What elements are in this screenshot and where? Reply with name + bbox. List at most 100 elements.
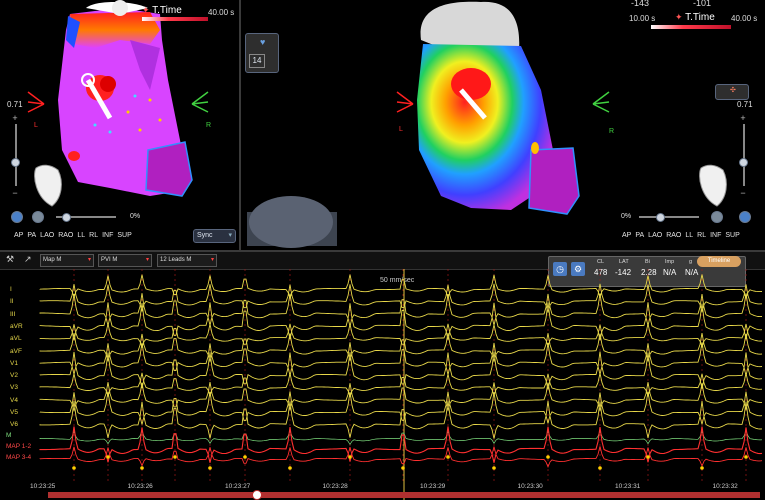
lat-annotation-point[interactable] xyxy=(401,466,405,470)
lat-annotation-point[interactable] xyxy=(72,466,76,470)
time-bar xyxy=(142,17,208,21)
lat-annotation-point[interactable] xyxy=(598,466,602,470)
left-map-view[interactable]: L R ✦ T.Time 40.00 s 0.71 + − 0% Sync ▾ … xyxy=(0,0,239,250)
scale-minus-button[interactable]: − xyxy=(738,188,748,198)
lat-annotation-point[interactable] xyxy=(288,466,292,470)
view-rl[interactable]: RL xyxy=(89,232,98,239)
right-map-view[interactable]: L R -143 -101 10.00 s ✦ T.Time 40.00 s ♥… xyxy=(241,0,765,250)
view-inf[interactable]: INF xyxy=(710,232,721,239)
sync-button[interactable]: Sync ▾ xyxy=(193,229,236,243)
timeline-scroll-bar[interactable] xyxy=(48,492,760,498)
left-axis-arrow xyxy=(396,91,414,113)
mapping-lead-label: M xyxy=(6,432,12,439)
arrow-tool-icon[interactable]: ↗ xyxy=(24,254,32,265)
ttime-icon: ✦ xyxy=(675,12,683,22)
view-rao[interactable]: RAO xyxy=(58,232,73,239)
zoom-icon[interactable] xyxy=(711,211,723,223)
rotate-icon[interactable] xyxy=(739,211,751,223)
heart-icon[interactable]: ♥ xyxy=(260,37,265,47)
left-axis-letter: L xyxy=(399,126,403,133)
leads-combo[interactable]: 12 Leads M ▾ xyxy=(157,254,217,267)
time-bar xyxy=(651,25,731,29)
view-pa[interactable]: PA xyxy=(635,232,644,239)
view-buttons: AP PA LAO RAO LL RL INF SUP xyxy=(14,232,132,239)
zoom-slider-knob[interactable] xyxy=(656,213,665,222)
lead-label: I xyxy=(10,286,12,293)
start-seconds: 10.00 s xyxy=(629,14,656,23)
zoom-slider-knob[interactable] xyxy=(62,213,71,222)
zoom-slider-track[interactable] xyxy=(639,216,699,218)
ttime-text: T.Time xyxy=(152,5,182,16)
lat-annotation-point[interactable] xyxy=(208,466,212,470)
leads-combo-label: 12 Leads M xyxy=(160,257,192,263)
chevron-down-icon: ▾ xyxy=(210,257,214,263)
lat-annotation-point[interactable] xyxy=(173,455,177,459)
mapping-lead-label: MAP 3-4 xyxy=(6,454,32,461)
scale-plus-button[interactable]: + xyxy=(10,113,20,123)
scale-max: 0.71 xyxy=(737,100,753,109)
scale-slider-knob[interactable] xyxy=(739,158,748,167)
seconds-value: 40.00 s xyxy=(208,8,235,17)
view-ap[interactable]: AP xyxy=(14,232,23,239)
surface-ecg-trace xyxy=(39,400,763,439)
time-label: 10:23:26 xyxy=(127,483,153,490)
view-rl[interactable]: RL xyxy=(697,232,706,239)
chevron-down-icon: ▾ xyxy=(87,257,91,263)
mapping-trace xyxy=(39,446,763,468)
lat-annotation-point[interactable] xyxy=(646,455,650,459)
value-top-2: -101 xyxy=(693,0,712,8)
wrench-icon[interactable]: ⚒ xyxy=(6,254,14,265)
lat-annotation-point[interactable] xyxy=(243,455,247,459)
lat-annotation-point[interactable] xyxy=(106,455,110,459)
timeline-button[interactable]: Timeline xyxy=(697,256,741,267)
view-rao[interactable]: RAO xyxy=(666,232,681,239)
lead-label: aVL xyxy=(10,335,22,343)
view-ap[interactable]: AP xyxy=(622,232,631,239)
pvi-combo[interactable]: PVI M ▾ xyxy=(98,254,152,267)
lat-annotation-point[interactable] xyxy=(546,455,550,459)
view-sup[interactable]: SUP xyxy=(725,232,739,239)
scale-slider-track[interactable] xyxy=(15,124,17,186)
palette-icon: ✣ xyxy=(730,87,736,94)
right-axis-letter: R xyxy=(609,128,615,135)
view-inf[interactable]: INF xyxy=(102,232,113,239)
view-lao[interactable]: LAO xyxy=(648,232,662,239)
timeline-label: Timeline xyxy=(707,258,731,264)
zoom-percent: 0% xyxy=(621,213,632,220)
seconds-value: 40.00 s xyxy=(731,14,758,23)
lead-label: aVR xyxy=(10,322,23,330)
scale-slider-knob[interactable] xyxy=(11,158,20,167)
lead-label: V5 xyxy=(10,409,18,416)
lat-annotation-point[interactable] xyxy=(446,455,450,459)
view-pa[interactable]: PA xyxy=(27,232,36,239)
value-top-1: -143 xyxy=(631,0,650,8)
counter-value: 14 xyxy=(249,54,265,68)
lat-annotation-point[interactable] xyxy=(744,455,748,459)
view-ll[interactable]: LL xyxy=(77,232,85,239)
zoom-icon[interactable] xyxy=(32,211,44,223)
view-ll[interactable]: LL xyxy=(685,232,693,239)
scale-slider-track[interactable] xyxy=(743,124,745,186)
lat-annotation-point[interactable] xyxy=(348,455,352,459)
lead-label: V2 xyxy=(10,372,18,380)
sync-label: Sync xyxy=(197,232,213,239)
scale-plus-button[interactable]: + xyxy=(738,113,748,123)
surface-ecg-trace xyxy=(39,274,763,300)
timeline-cursor-icon[interactable] xyxy=(252,490,262,500)
time-label: 10:23:31 xyxy=(615,483,641,490)
lat-annotation-point[interactable] xyxy=(492,466,496,470)
map-combo[interactable]: Map M ▾ xyxy=(40,254,94,267)
scale-minus-button[interactable]: − xyxy=(10,188,20,198)
time-label: 10:23:30 xyxy=(517,483,543,490)
right-axis-arrow xyxy=(592,91,610,113)
time-label: 10:23:27 xyxy=(225,483,251,490)
left-axis-arrow xyxy=(27,91,45,113)
color-options-button[interactable]: ✣ xyxy=(715,84,749,100)
view-sup[interactable]: SUP xyxy=(117,232,131,239)
pvi-combo-label: PVI M xyxy=(101,257,118,263)
ecg-traces[interactable] xyxy=(0,269,765,500)
lat-annotation-point[interactable] xyxy=(700,466,704,470)
view-lao[interactable]: LAO xyxy=(40,232,54,239)
lat-annotation-point[interactable] xyxy=(140,466,144,470)
rotate-icon[interactable] xyxy=(11,211,23,223)
